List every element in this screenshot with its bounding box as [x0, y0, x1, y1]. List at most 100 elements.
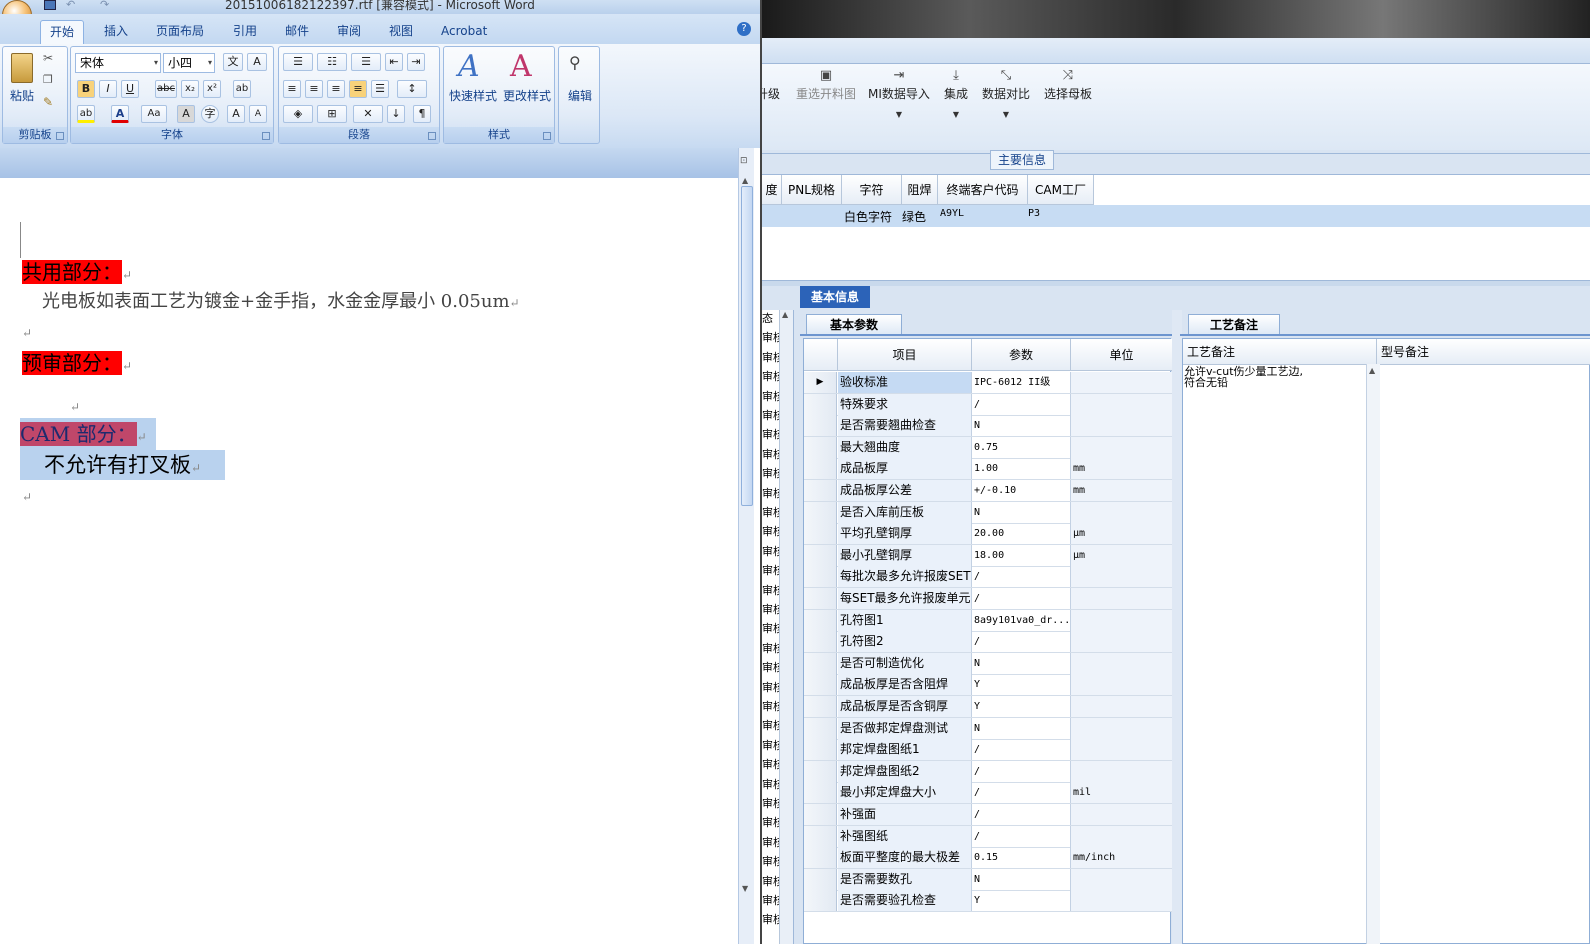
param-item-cell[interactable]: 特殊要求 [838, 393, 972, 415]
param-value-cell[interactable]: 0.75 [972, 436, 1071, 458]
param-item-cell[interactable]: 最大翘曲度 [838, 436, 972, 458]
table-row[interactable]: 平均孔壁铜厚 20.00 μm [804, 523, 1172, 546]
param-value-cell[interactable]: +/-0.10 [972, 480, 1071, 501]
param-item-cell[interactable]: 是否需要数孔 [838, 868, 972, 890]
param-value-cell[interactable]: 1.00 [972, 458, 1071, 480]
scroll-thumb[interactable] [741, 186, 753, 506]
borders-icon[interactable]: ⊞ [317, 105, 347, 123]
row-indicator[interactable] [804, 523, 837, 545]
ruler-toggle-icon[interactable]: ⊡ [740, 156, 748, 166]
table-row[interactable]: 邦定焊盘图纸1/ [804, 739, 1172, 762]
param-unit-cell[interactable] [1071, 372, 1172, 393]
paste-icon[interactable] [11, 53, 33, 83]
basic-info-tab[interactable]: 基本信息 [800, 286, 870, 308]
select-motherboard-button[interactable]: ⤨ 选择母板 [1044, 68, 1092, 102]
param-unit-cell[interactable] [1071, 588, 1172, 609]
shading-icon[interactable]: ◈ [283, 105, 313, 123]
row-indicator[interactable] [804, 674, 837, 696]
dialog-launcher-icon[interactable] [543, 132, 551, 140]
param-value-cell[interactable]: Y [972, 890, 1071, 912]
table-row[interactable]: 成品板厚 1.00 mm [804, 458, 1172, 481]
table-row[interactable]: 最小孔壁铜厚 18.00 μm [804, 544, 1172, 567]
tab-home[interactable]: 开始 [40, 20, 85, 44]
param-item-cell[interactable]: 最小孔壁铜厚 [838, 544, 972, 566]
row-indicator[interactable] [804, 480, 837, 501]
row-indicator[interactable] [804, 717, 837, 739]
table-row[interactable]: 白色字符 绿色 A9YL P3 [762, 205, 1590, 227]
align-center-icon[interactable]: ≡ [305, 80, 323, 98]
param-value-cell[interactable]: N [972, 501, 1071, 523]
column-header[interactable]: CAM工厂 [1028, 175, 1094, 205]
param-item-cell[interactable]: 孔符图2 [838, 631, 972, 653]
scroll-up-icon[interactable]: ▲ [1369, 366, 1375, 375]
column-header[interactable]: 字符 [842, 175, 902, 205]
param-unit-cell[interactable]: mm/inch [1071, 847, 1172, 869]
param-item-cell[interactable]: 是否做邦定焊盘测试 [838, 717, 972, 739]
param-item-cell[interactable]: 补强图纸 [838, 825, 972, 847]
table-row[interactable]: ▶ 验收标准 IPC-6012 II级 [804, 372, 1172, 394]
redo-icon[interactable]: ↷ [100, 0, 109, 11]
param-value-cell[interactable]: 0.15 [972, 847, 1071, 869]
row-indicator[interactable] [804, 782, 837, 804]
column-header[interactable]: 参数 [972, 339, 1071, 371]
row-indicator[interactable] [804, 544, 837, 566]
param-item-cell[interactable]: 是否需要验孔检查 [838, 890, 972, 912]
row-indicator[interactable] [804, 609, 837, 631]
row-indicator[interactable] [804, 652, 837, 674]
param-item-cell[interactable]: 成品板厚 [838, 458, 972, 480]
table-row[interactable]: 是否做邦定焊盘测试 N [804, 717, 1172, 740]
scroll-up-icon[interactable]: ▲ [742, 176, 748, 185]
increase-indent-icon[interactable]: ⇥ [407, 53, 425, 71]
binoculars-icon[interactable]: ⚲ [569, 53, 581, 72]
column-header[interactable]: 阻焊 [902, 175, 938, 205]
justify-icon[interactable]: ≡ [349, 80, 367, 98]
tab-view[interactable]: 视图 [380, 20, 422, 44]
param-value-cell[interactable]: / [972, 804, 1071, 825]
row-indicator[interactable] [804, 847, 837, 869]
tab-references[interactable]: 引用 [224, 20, 266, 44]
param-item-cell[interactable]: 邦定焊盘图纸1 [838, 739, 972, 761]
table-row[interactable]: 邦定焊盘图纸2/ [804, 760, 1172, 783]
param-item-cell[interactable]: 验收标准 [838, 372, 972, 393]
param-item-cell[interactable]: 每批次最多允许报废SET [838, 566, 972, 588]
process-remark-text[interactable]: 允许v-cut伤少量工艺边, 符合无铅 [1184, 366, 1364, 388]
document-scrollbar[interactable]: ⊡ ▲ ▼ [738, 148, 754, 944]
column-header[interactable]: 工艺备注 [1183, 339, 1377, 365]
row-indicator[interactable] [804, 436, 837, 458]
row-indicator[interactable] [804, 393, 837, 415]
format-painter-icon[interactable]: ✎ [43, 95, 53, 109]
param-unit-cell[interactable] [1071, 890, 1172, 912]
param-value-cell[interactable]: / [972, 393, 1071, 415]
param-value-cell[interactable]: N [972, 652, 1071, 674]
param-unit-cell[interactable]: mil [1071, 782, 1172, 804]
param-value-cell[interactable]: IPC-6012 II级 [972, 372, 1071, 393]
column-header[interactable]: 度 [762, 175, 782, 205]
column-header[interactable]: 单位 [1071, 339, 1172, 371]
underline-button[interactable]: U [121, 80, 139, 98]
param-item-cell[interactable]: 是否可制造优化 [838, 652, 972, 674]
param-value-cell[interactable]: / [972, 588, 1071, 609]
param-unit-cell[interactable]: μm [1071, 544, 1172, 566]
param-value-cell[interactable]: N [972, 415, 1071, 437]
param-item-cell[interactable]: 是否需要翘曲检查 [838, 415, 972, 437]
param-value-cell[interactable]: N [972, 717, 1071, 739]
param-item-cell[interactable]: 每SET最多允许报废单元 [838, 588, 972, 609]
cut-icon[interactable]: ✂ [43, 51, 53, 65]
param-value-cell[interactable]: N [972, 868, 1071, 890]
param-unit-cell[interactable] [1071, 868, 1172, 890]
highlight-icon[interactable]: ab [77, 105, 95, 123]
param-unit-cell[interactable] [1071, 760, 1172, 782]
row-indicator[interactable] [804, 415, 837, 437]
param-item-cell[interactable]: 成品板厚是否含铜厚 [838, 696, 972, 717]
param-unit-cell[interactable] [1071, 674, 1172, 696]
param-item-cell[interactable]: 平均孔壁铜厚 [838, 523, 972, 545]
param-unit-cell[interactable] [1071, 501, 1172, 523]
column-header[interactable]: 项目 [838, 339, 972, 371]
clear-format-icon[interactable]: ab [233, 80, 251, 98]
param-unit-cell[interactable] [1071, 415, 1172, 437]
row-indicator[interactable] [804, 588, 837, 609]
help-icon[interactable]: ? [737, 22, 751, 36]
tab-acrobat[interactable]: Acrobat [432, 20, 496, 44]
param-unit-cell[interactable] [1071, 609, 1172, 631]
row-indicator[interactable] [804, 501, 837, 523]
